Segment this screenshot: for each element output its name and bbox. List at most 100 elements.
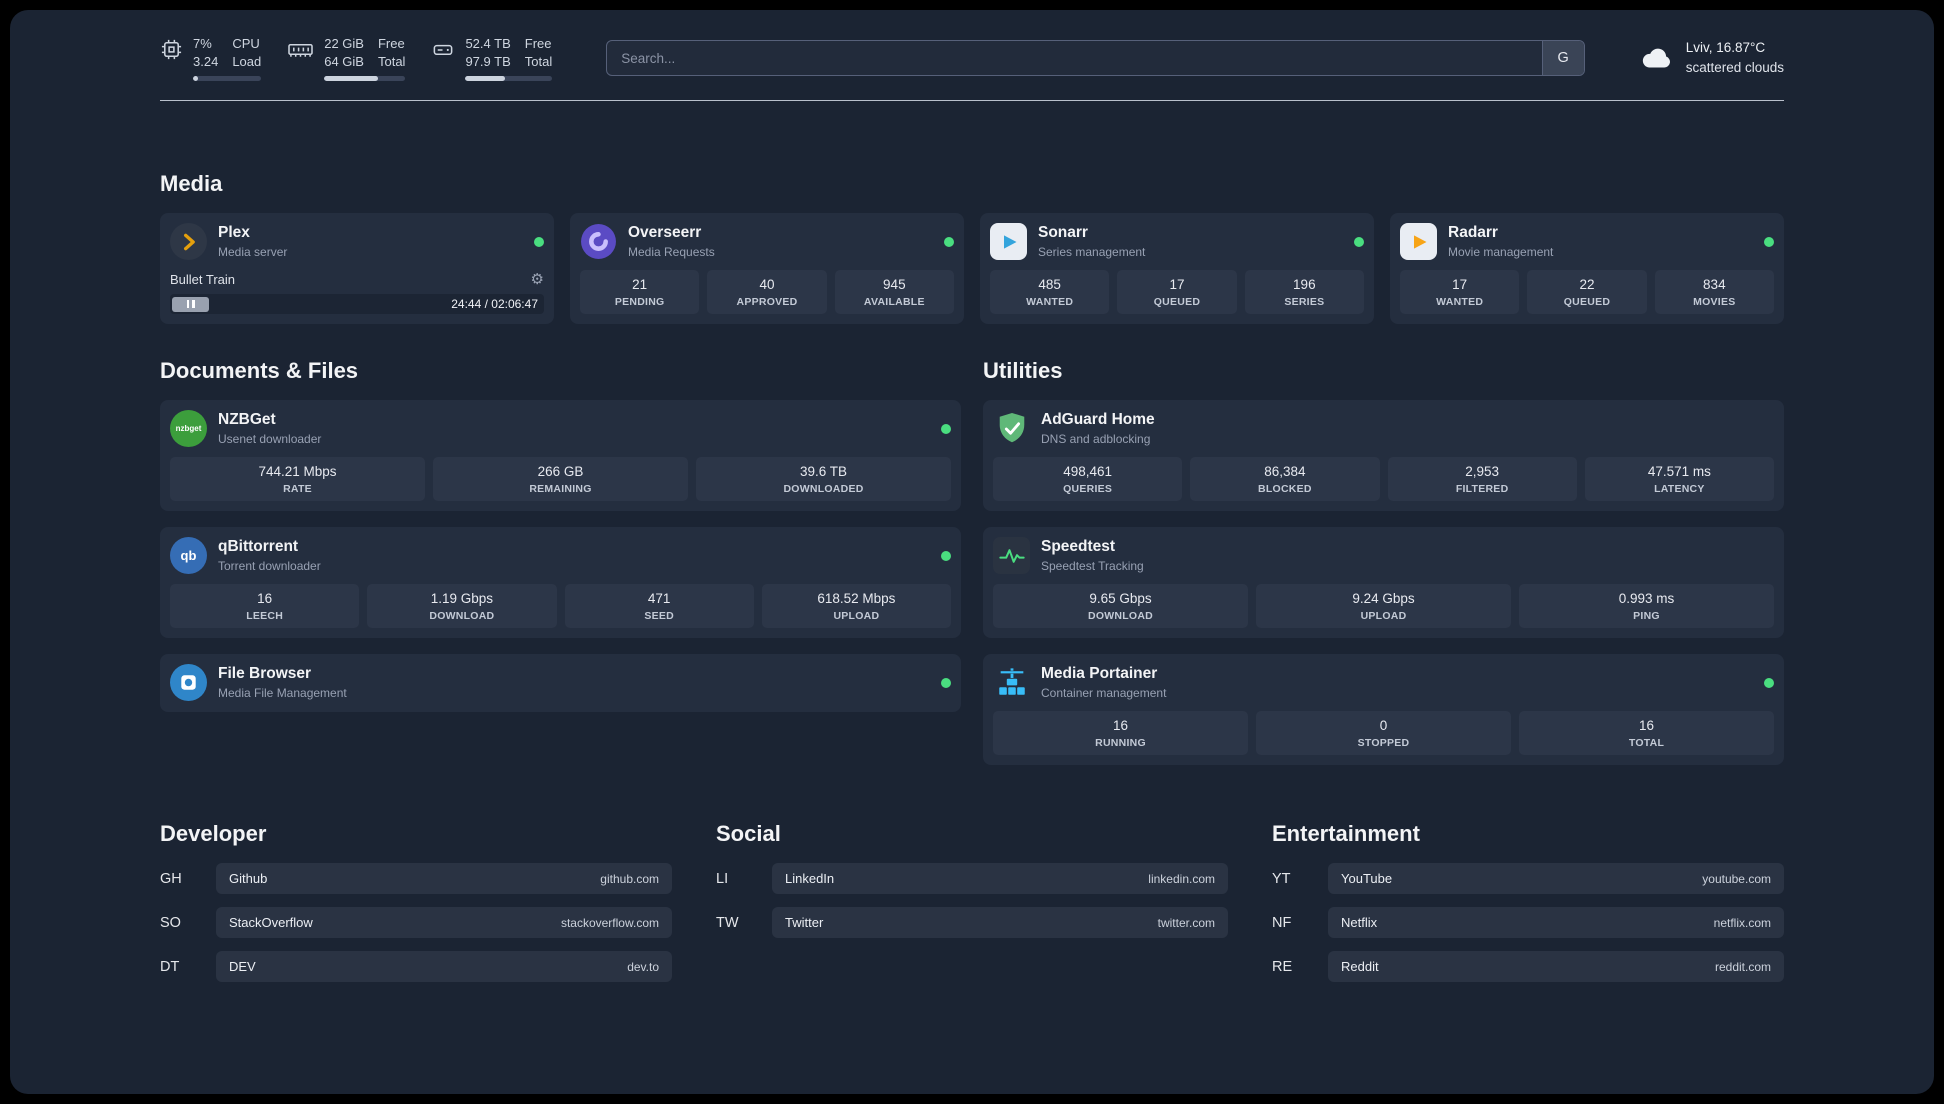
bookmark-abbr: LI xyxy=(716,870,729,887)
pause-button[interactable] xyxy=(172,296,209,312)
stat-remaining: 266 GB REMAINING xyxy=(433,457,688,501)
stat-download: 1.19 Gbps DOWNLOAD xyxy=(367,584,557,628)
status-dot xyxy=(944,236,954,247)
status-dot xyxy=(1764,677,1774,688)
media-grid: Plex Media server Bullet Train ⚙ 24:44 /… xyxy=(160,213,1784,324)
bookmarks-social: Social LI LinkedIn linkedin.com TW Twitt… xyxy=(716,821,1228,951)
stat-total: 16 TOTAL xyxy=(1519,711,1774,755)
speedtest-card[interactable]: Speedtest Speedtest Tracking 9.65 Gbps D… xyxy=(983,527,1784,638)
stat-rate: 744.21 Mbps RATE xyxy=(170,457,425,501)
topbar-divider xyxy=(160,100,1784,101)
memory-free-label: Free xyxy=(377,36,405,52)
documents-column: Documents & Files nzbget NZBGet Usenet d… xyxy=(160,324,961,728)
memory-total-label: Total xyxy=(377,54,406,69)
bookmark-youtube[interactable]: YouTube youtube.com xyxy=(1328,863,1784,894)
bookmarks-developer: Developer GH Github github.com SO StackO… xyxy=(160,821,672,995)
stat-available: 945 AVAILABLE xyxy=(834,270,954,314)
app-title: qBittorrent xyxy=(218,538,299,555)
qbittorrent-card[interactable]: qb qBittorrent Torrent downloader 16 LEE… xyxy=(160,527,961,638)
stat-wanted: 17 WANTED xyxy=(1400,270,1520,314)
playback-bar[interactable]: 24:44 / 02:06:47 xyxy=(170,294,544,314)
bookmark-abbr: YT xyxy=(1272,870,1291,887)
app-title: NZBGet xyxy=(218,411,276,428)
bookmark-stackoverflow[interactable]: StackOverflow stackoverflow.com xyxy=(216,907,672,938)
disk-icon xyxy=(434,45,453,56)
stat-ping: 0.993 ms PING xyxy=(1519,584,1774,628)
portainer-card[interactable]: Media Portainer Container management 16 … xyxy=(983,654,1784,765)
stat-wanted: 485 WANTED xyxy=(990,270,1110,314)
sonarr-card[interactable]: Sonarr Series management 485 WANTED 17 Q… xyxy=(980,213,1374,324)
disk-widget: 52.4 TB 97.9 TB Free Total xyxy=(431,35,553,81)
stat-upload: 9.24 Gbps UPLOAD xyxy=(1256,584,1511,628)
app-title: Plex xyxy=(218,224,250,241)
plex-card[interactable]: Plex Media server Bullet Train ⚙ 24:44 /… xyxy=(160,213,554,324)
bookmark-dev[interactable]: DEV dev.to xyxy=(216,951,672,982)
radarr-icon xyxy=(1400,223,1437,260)
disk-total-label: Total xyxy=(524,54,553,69)
disk-free-value: 52.4 TB xyxy=(465,36,511,52)
filebrowser-card[interactable]: File Browser Media File Management xyxy=(160,654,961,712)
bookmark-github[interactable]: Github github.com xyxy=(216,863,672,894)
cpu-load-label: Load xyxy=(232,54,262,69)
app-subtitle: Container management xyxy=(1041,686,1167,700)
stat-queued: 17 QUEUED xyxy=(1117,270,1237,314)
cpu-label: CPU xyxy=(232,36,260,52)
stat-running: 16 RUNNING xyxy=(993,711,1248,755)
utilities-column: Utilities AdGuard Home DNS and adblockin… xyxy=(983,324,1784,781)
app-title: Radarr xyxy=(1448,224,1498,241)
search-input[interactable] xyxy=(606,40,1585,76)
bookmark-abbr: DT xyxy=(160,958,180,975)
overseerr-icon xyxy=(580,223,617,260)
cpu-percent: 7% xyxy=(193,36,212,52)
cpu-progress-bar xyxy=(193,75,262,81)
bookmark-reddit[interactable]: Reddit reddit.com xyxy=(1328,951,1784,982)
weather-location: Lviv, 16.87°C xyxy=(1685,40,1766,56)
bookmark-linkedin[interactable]: LinkedIn linkedin.com xyxy=(772,863,1228,894)
bookmark-netflix[interactable]: Netflix netflix.com xyxy=(1328,907,1784,938)
nzbget-card[interactable]: nzbget NZBGet Usenet downloader 744.21 M… xyxy=(160,400,961,511)
bookmark-abbr: TW xyxy=(716,914,739,931)
bookmark-abbr: SO xyxy=(160,914,181,931)
app-title: Overseerr xyxy=(628,224,702,241)
dashboard: 7% 3.24 CPU Load 22 GiB 64 GiB Free Tota… xyxy=(10,10,1934,1094)
adguard-icon xyxy=(993,410,1030,447)
app-subtitle: Torrent downloader xyxy=(218,559,321,573)
disk-free-label: Free xyxy=(524,36,552,52)
stat-latency: 47.571 ms LATENCY xyxy=(1584,457,1774,501)
nzbget-icon: nzbget xyxy=(170,410,207,447)
bookmark-abbr: GH xyxy=(160,870,182,887)
app-title: Sonarr xyxy=(1038,224,1088,241)
cpu-widget: 7% 3.24 CPU Load xyxy=(160,35,262,81)
bookmark-twitter[interactable]: Twitter twitter.com xyxy=(772,907,1228,938)
now-playing-widget: Bullet Train ⚙ 24:44 / 02:06:47 xyxy=(170,272,544,314)
plex-icon xyxy=(170,223,207,260)
adguard-card[interactable]: AdGuard Home DNS and adblocking 498,461 … xyxy=(983,400,1784,511)
stat-downloaded: 39.6 TB DOWNLOADED xyxy=(696,457,951,501)
status-dot xyxy=(534,236,544,247)
overseerr-card[interactable]: Overseerr Media Requests 21 PENDING 40 A… xyxy=(570,213,964,324)
section-title-developer: Developer xyxy=(160,821,267,846)
gear-icon[interactable]: ⚙ xyxy=(531,272,544,287)
memory-progress-bar xyxy=(324,75,406,81)
app-title: Media Portainer xyxy=(1041,665,1158,682)
bookmark-abbr: RE xyxy=(1272,958,1293,975)
status-dot xyxy=(941,550,951,561)
speedtest-icon xyxy=(993,537,1030,574)
radarr-card[interactable]: Radarr Movie management 17 WANTED 22 QUE… xyxy=(1390,213,1784,324)
now-playing-title: Bullet Train xyxy=(170,272,236,287)
stat-leech: 16 LEECH xyxy=(170,584,360,628)
weather-condition: scattered clouds xyxy=(1685,60,1784,75)
disk-total-value: 97.9 TB xyxy=(465,54,511,69)
app-subtitle: Media Requests xyxy=(628,245,715,259)
app-subtitle: Movie management xyxy=(1448,245,1554,259)
cpu-load-value: 3.24 xyxy=(193,54,219,69)
status-dot xyxy=(1764,236,1774,247)
status-dot xyxy=(941,677,951,688)
cloud-icon xyxy=(1642,48,1670,68)
section-title-documents: Documents & Files xyxy=(160,358,359,383)
disk-progress-bar xyxy=(465,75,553,81)
section-title-social: Social xyxy=(716,821,781,846)
search-engine-button[interactable]: G xyxy=(1541,41,1584,75)
app-subtitle: Speedtest Tracking xyxy=(1041,559,1144,573)
memory-free-value: 22 GiB xyxy=(324,36,364,52)
